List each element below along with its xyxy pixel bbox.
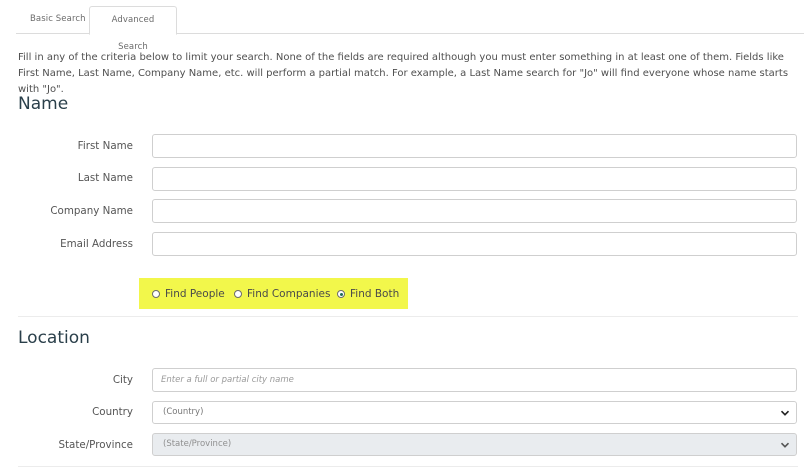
find-companies-label: Find Companies	[247, 288, 331, 300]
last-name-label: Last Name	[77, 172, 133, 184]
location-section-title: Location	[18, 328, 90, 348]
find-people-radio[interactable]: Find People	[152, 287, 225, 301]
find-both-label: Find Both	[350, 288, 400, 300]
company-name-label: Company Name	[50, 205, 133, 217]
email-address-input[interactable]	[152, 232, 797, 256]
company-name-input[interactable]	[152, 199, 797, 223]
find-options-group: Find People Find Companies Find Both	[139, 278, 408, 309]
country-label: Country	[92, 406, 133, 418]
section-divider	[18, 466, 798, 467]
section-divider	[18, 316, 798, 317]
find-both-radio[interactable]: Find Both	[337, 287, 399, 301]
country-select[interactable]: (Country)	[152, 401, 797, 424]
name-section-title: Name	[18, 94, 69, 114]
find-people-label: Find People	[165, 288, 225, 300]
chevron-down-icon	[780, 410, 790, 416]
city-input[interactable]: Enter a full or partial city name	[152, 368, 797, 392]
first-name-label: First Name	[77, 140, 133, 152]
country-value: (Country)	[163, 407, 204, 417]
state-province-label: State/Province	[58, 439, 133, 451]
search-tabs: Basic Search Advanced Search	[16, 6, 804, 52]
email-address-label: Email Address	[60, 238, 133, 250]
tab-advanced-search[interactable]: Advanced Search	[89, 6, 177, 52]
state-province-select[interactable]: (State/Province)	[152, 433, 797, 456]
radio-circle-icon	[152, 290, 160, 298]
chevron-down-icon	[780, 442, 790, 448]
tab-basic-search[interactable]: Basic Search	[18, 6, 98, 34]
state-province-value: (State/Province)	[163, 439, 232, 449]
find-companies-radio[interactable]: Find Companies	[234, 287, 330, 301]
city-label: City	[112, 374, 133, 386]
first-name-input[interactable]	[152, 134, 797, 158]
radio-checked-icon	[337, 290, 345, 298]
intro-text: Fill in any of the criteria below to lim…	[18, 52, 789, 95]
radio-circle-icon	[234, 290, 242, 298]
last-name-input[interactable]	[152, 167, 797, 191]
